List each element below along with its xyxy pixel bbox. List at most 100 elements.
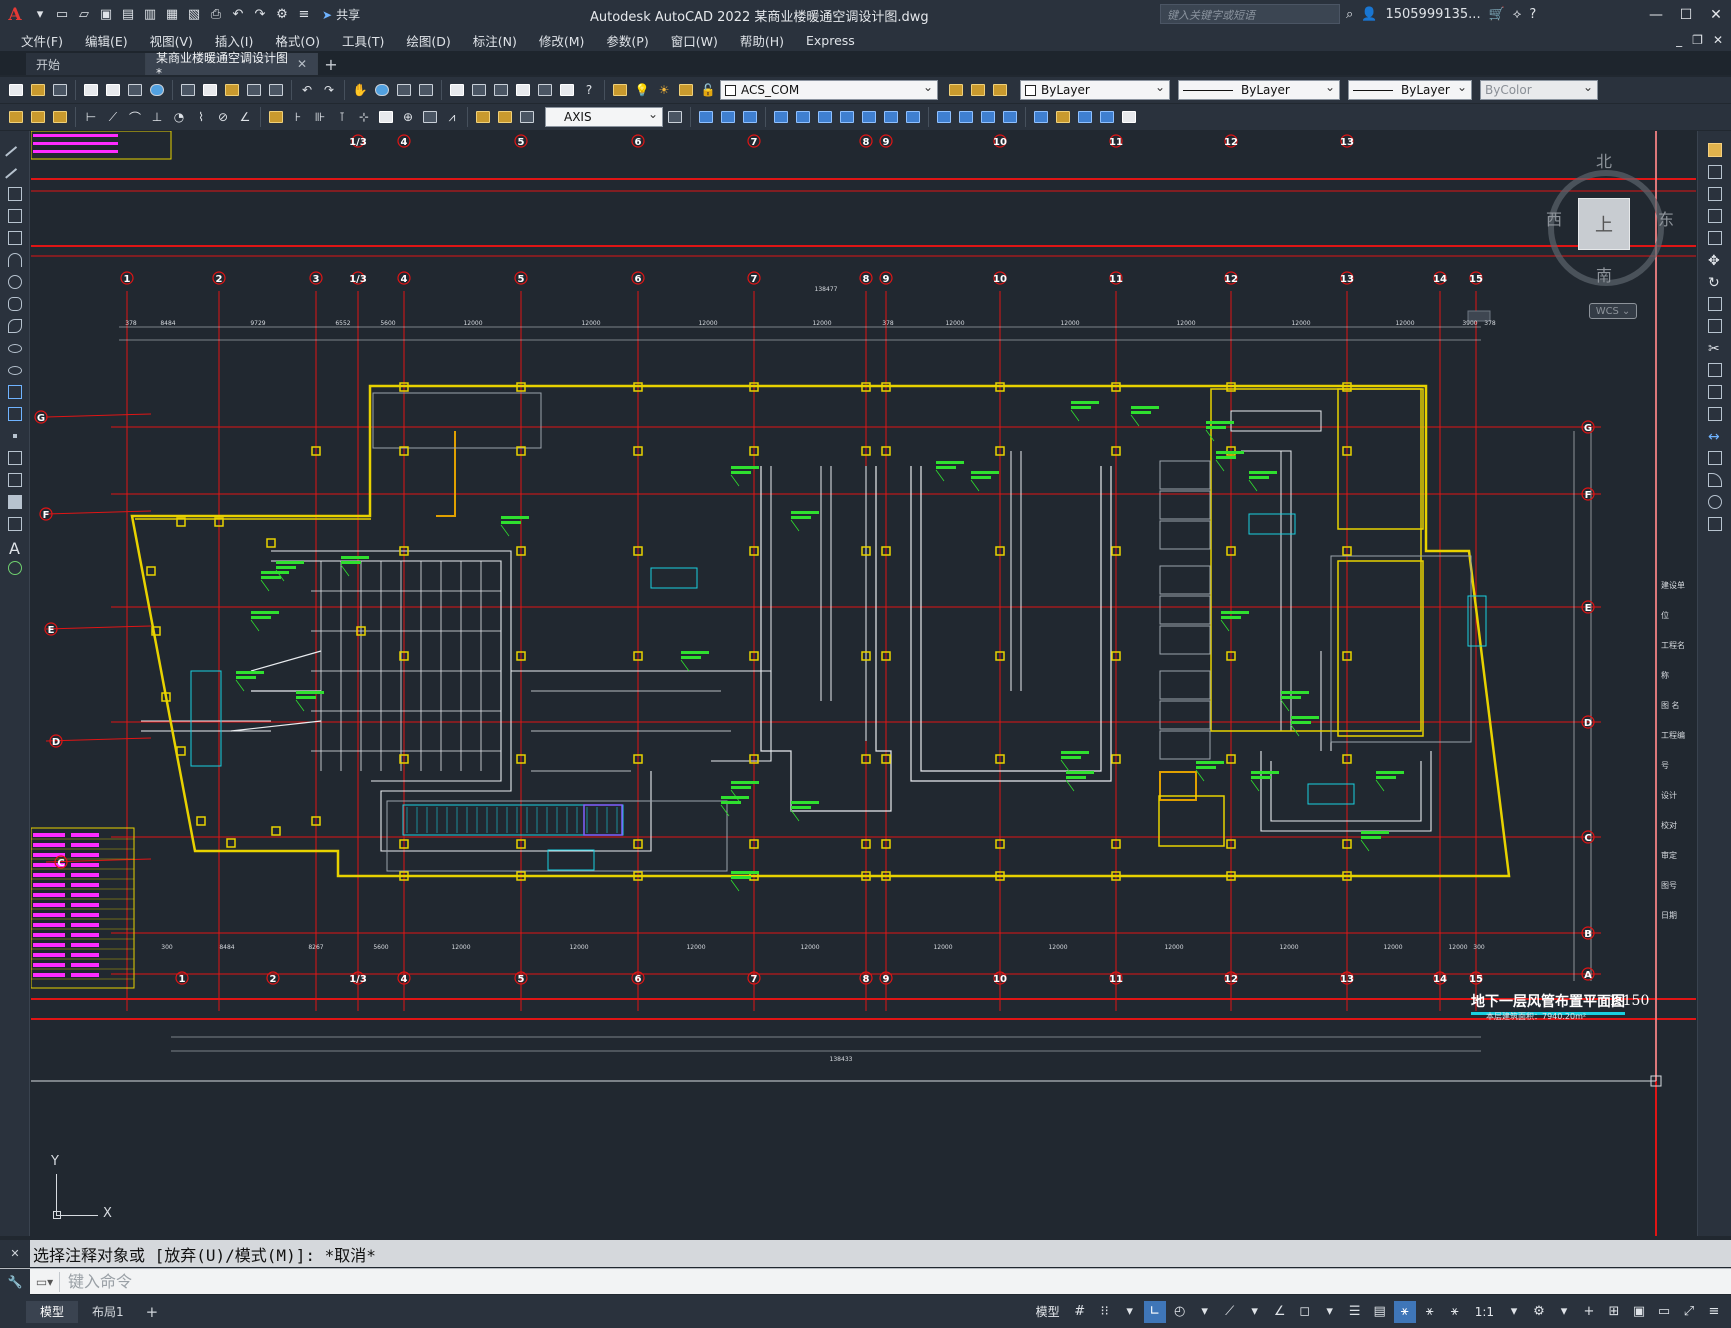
move-icon[interactable]: ✥ — [1708, 253, 1722, 269]
gradient-icon[interactable] — [8, 473, 22, 487]
move-icon[interactable] — [771, 107, 791, 127]
open-web-icon[interactable]: ▥ — [140, 5, 160, 25]
close-icon[interactable]: ✕ — [1701, 0, 1731, 29]
table-icon[interactable] — [8, 517, 22, 531]
save-icon[interactable]: ▣ — [96, 5, 116, 25]
tab-drawing[interactable]: 某商业楼暖通空调设计图* ✕ — [146, 51, 318, 80]
stretch-icon[interactable] — [1708, 319, 1722, 333]
autocad-logo-icon[interactable]: A — [0, 0, 30, 29]
help-icon[interactable]: ? — [1529, 7, 1536, 22]
menu-view[interactable]: 视图(V) — [139, 31, 204, 50]
linetype-combo[interactable]: ByLayer — [1178, 80, 1340, 100]
annotation-visibility-icon[interactable]: ⚹ — [1393, 1300, 1416, 1323]
extend-icon[interactable] — [1708, 363, 1722, 377]
object-snap-icon[interactable]: ◻ — [1294, 1301, 1316, 1323]
undo-icon[interactable]: ↶ — [228, 5, 248, 25]
break-icon[interactable] — [1708, 407, 1722, 421]
tolerance-icon[interactable] — [376, 107, 396, 127]
scale-icon[interactable] — [815, 107, 835, 127]
menu-modify[interactable]: 修改(M) — [528, 31, 596, 50]
workspace-icon[interactable]: ⚙ — [272, 5, 292, 25]
point-icon[interactable] — [8, 429, 22, 443]
save-as-icon[interactable]: ▤ — [118, 5, 138, 25]
trim-icon[interactable] — [859, 107, 879, 127]
insert-block-icon[interactable] — [8, 385, 22, 399]
new-file-icon[interactable]: ▭ — [52, 5, 72, 25]
compass-south[interactable]: 南 — [1596, 262, 1612, 286]
ellipse-arc-icon[interactable] — [8, 363, 22, 377]
fillet-icon[interactable] — [1708, 473, 1722, 487]
continue-icon[interactable]: ⊪ — [310, 107, 330, 127]
publish-icon[interactable] — [125, 80, 145, 100]
doc-minimize-icon[interactable]: _ — [1676, 33, 1682, 47]
menu-window[interactable]: 窗口(W) — [660, 31, 729, 50]
revcloud-icon[interactable] — [8, 297, 22, 311]
customize-qat-icon[interactable]: ≡ — [294, 5, 314, 25]
redo-icon[interactable]: ↷ — [250, 5, 270, 25]
transparency-icon[interactable]: ▤ — [1369, 1301, 1391, 1323]
polar-dropdown-icon[interactable]: ▾ — [1194, 1301, 1216, 1323]
diameter-icon[interactable]: ⊘ — [213, 107, 233, 127]
compass-east[interactable]: 东 — [1658, 206, 1674, 230]
ortho-icon[interactable]: ∟ — [1143, 1300, 1166, 1323]
cart-icon[interactable]: 🛒 — [1489, 7, 1505, 22]
paste-icon[interactable] — [222, 80, 242, 100]
search-input[interactable]: 键入关键字或短语 — [1160, 4, 1340, 24]
units-icon[interactable]: ⊞ — [1603, 1301, 1625, 1323]
menu-express[interactable]: Express — [795, 33, 866, 48]
share-button[interactable]: ➤ 共享 — [322, 6, 360, 23]
layer-thaw-icon[interactable]: ☀ — [654, 80, 674, 100]
quick-dim-icon[interactable] — [266, 107, 286, 127]
workspace-gear-icon[interactable]: ⚙ — [1528, 1301, 1550, 1323]
spline-icon[interactable] — [8, 319, 22, 333]
dim-text-edit-icon[interactable] — [495, 107, 515, 127]
center-mark-icon[interactable]: ⊕ — [398, 107, 418, 127]
angular-icon[interactable]: ∠ — [235, 107, 255, 127]
baseline-icon[interactable]: ⊦ — [288, 107, 308, 127]
jogged-linear-icon[interactable]: ⩘ — [442, 107, 462, 127]
tab-start[interactable]: 开始 — [26, 53, 146, 75]
chamfer-icon[interactable] — [1708, 451, 1722, 465]
new-tab-button[interactable]: + — [318, 53, 344, 75]
circle-icon[interactable] — [8, 275, 22, 289]
compass-west[interactable]: 西 — [1546, 206, 1562, 230]
redo-icon[interactable]: ↷ — [319, 80, 339, 100]
save-web-icon[interactable]: ▦ — [162, 5, 182, 25]
copy-icon[interactable] — [200, 80, 220, 100]
properties-icon[interactable] — [447, 80, 467, 100]
command-customize-icon[interactable]: 🔧 — [0, 1268, 30, 1295]
layer-properties-icon[interactable] — [610, 80, 630, 100]
command-close-icon[interactable]: ✕ — [0, 1240, 30, 1267]
erase-icon[interactable] — [1708, 143, 1722, 157]
explode-icon[interactable] — [1000, 107, 1020, 127]
workspace-dropdown-icon[interactable]: ▾ — [1553, 1301, 1575, 1323]
menu-file[interactable]: 文件(F) — [10, 31, 74, 50]
erase-icon[interactable] — [1119, 107, 1139, 127]
array-icon[interactable] — [1708, 231, 1722, 245]
snap-icon[interactable]: ⁝⁝ — [1094, 1301, 1116, 1323]
wcs-menu-button[interactable]: WCS ⌄ — [1589, 303, 1637, 319]
zoom-realtime-icon[interactable] — [372, 80, 392, 100]
aligned-dim-icon[interactable]: ⟋ — [103, 107, 123, 127]
block-editor-icon[interactable] — [266, 80, 286, 100]
viewcube[interactable]: 上 北 南 东 西 — [1520, 140, 1674, 286]
menu-dropdown-icon[interactable]: ▾ — [30, 5, 50, 25]
menu-format[interactable]: 格式(O) — [264, 31, 331, 50]
radius-icon[interactable]: ◔ — [169, 107, 189, 127]
match-properties-icon[interactable] — [244, 80, 264, 100]
search-icon[interactable]: ⌕ — [1346, 7, 1353, 22]
annotation-scale-value[interactable]: 1:1 — [1469, 1305, 1500, 1319]
array-icon[interactable] — [1031, 107, 1051, 127]
3d-print-icon[interactable] — [147, 80, 167, 100]
scale-icon[interactable] — [1708, 297, 1722, 311]
tab-layout1[interactable]: 布局1 — [78, 1301, 138, 1323]
compass-north[interactable]: 北 — [1596, 148, 1612, 172]
new-icon[interactable] — [6, 80, 26, 100]
line-icon[interactable] — [5, 143, 25, 166]
menu-dimension[interactable]: 标注(N) — [462, 31, 528, 50]
lineweight-combo[interactable]: ByLayer — [1348, 80, 1472, 100]
polyline-icon[interactable] — [8, 187, 22, 201]
autodesk-app-icon[interactable]: ⟡ — [1513, 7, 1522, 22]
rotate-icon[interactable]: ↻ — [1708, 275, 1722, 291]
annotation-scale-icon[interactable]: ⚹ — [1444, 1301, 1466, 1323]
